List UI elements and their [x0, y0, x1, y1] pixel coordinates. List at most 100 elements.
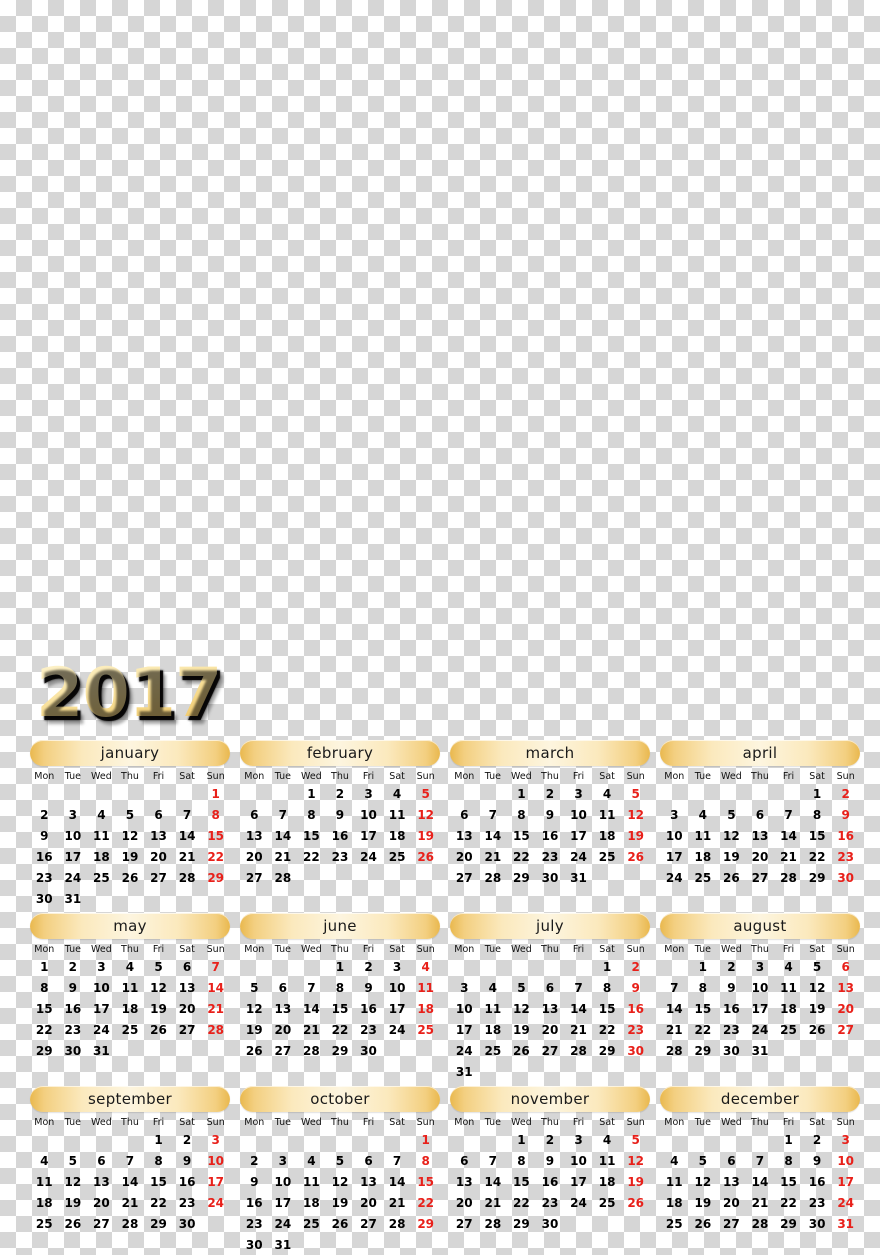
day-cell[interactable]: 28 [383, 1213, 412, 1234]
day-cell[interactable]: 8 [326, 977, 355, 998]
month-header-may[interactable]: may [30, 913, 230, 939]
day-cell[interactable]: 14 [774, 825, 803, 846]
day-cell[interactable]: 18 [593, 1171, 622, 1192]
day-cell[interactable]: 26 [507, 1040, 536, 1061]
day-cell[interactable]: 5 [59, 1150, 88, 1171]
day-cell[interactable]: 4 [297, 1150, 326, 1171]
day-cell[interactable]: 19 [59, 1192, 88, 1213]
month-header-june[interactable]: june [240, 913, 440, 939]
day-cell[interactable]: 17 [660, 846, 689, 867]
day-cell[interactable]: 6 [831, 956, 860, 977]
day-cell[interactable]: 17 [354, 825, 383, 846]
day-cell[interactable]: 20 [831, 998, 860, 1019]
day-cell[interactable]: 14 [269, 825, 298, 846]
day-cell[interactable]: 16 [536, 1171, 565, 1192]
day-cell[interactable]: 9 [536, 804, 565, 825]
day-cell[interactable]: 20 [144, 846, 173, 867]
day-cell[interactable]: 12 [717, 825, 746, 846]
day-cell[interactable]: 26 [144, 1019, 173, 1040]
day-cell[interactable]: 19 [803, 998, 832, 1019]
day-cell[interactable]: 25 [660, 1213, 689, 1234]
day-cell[interactable]: 18 [87, 846, 116, 867]
day-cell[interactable]: 3 [660, 804, 689, 825]
day-cell[interactable]: 10 [269, 1171, 298, 1192]
day-cell[interactable]: 5 [240, 977, 269, 998]
day-cell[interactable]: 25 [774, 1019, 803, 1040]
day-cell[interactable]: 23 [621, 1019, 650, 1040]
day-cell[interactable]: 30 [173, 1213, 202, 1234]
day-cell[interactable]: 24 [746, 1019, 775, 1040]
day-cell[interactable]: 14 [746, 1171, 775, 1192]
day-cell[interactable]: 20 [450, 1192, 479, 1213]
day-cell[interactable]: 19 [116, 846, 145, 867]
day-cell[interactable]: 24 [354, 846, 383, 867]
day-cell[interactable]: 18 [116, 998, 145, 1019]
day-cell[interactable]: 25 [30, 1213, 59, 1234]
day-cell[interactable]: 15 [689, 998, 718, 1019]
day-cell[interactable]: 9 [30, 825, 59, 846]
day-cell[interactable]: 4 [87, 804, 116, 825]
day-cell[interactable]: 24 [201, 1192, 230, 1213]
day-cell[interactable]: 26 [621, 1192, 650, 1213]
day-cell[interactable]: 27 [450, 1213, 479, 1234]
day-cell[interactable]: 10 [201, 1150, 230, 1171]
day-cell[interactable]: 21 [269, 846, 298, 867]
day-cell[interactable]: 21 [479, 846, 508, 867]
day-cell[interactable]: 19 [411, 825, 440, 846]
day-cell[interactable]: 21 [116, 1192, 145, 1213]
day-cell[interactable]: 2 [536, 1129, 565, 1150]
day-cell[interactable]: 17 [564, 1171, 593, 1192]
day-cell[interactable]: 31 [87, 1040, 116, 1061]
day-cell[interactable]: 9 [240, 1171, 269, 1192]
day-cell[interactable]: 11 [593, 1150, 622, 1171]
day-cell[interactable]: 13 [450, 825, 479, 846]
day-cell[interactable]: 9 [354, 977, 383, 998]
day-cell[interactable]: 16 [240, 1192, 269, 1213]
day-cell[interactable]: 30 [717, 1040, 746, 1061]
day-cell[interactable]: 4 [689, 804, 718, 825]
day-cell[interactable]: 6 [717, 1150, 746, 1171]
day-cell[interactable]: 29 [326, 1040, 355, 1061]
day-cell[interactable]: 14 [479, 1171, 508, 1192]
day-cell[interactable]: 22 [774, 1192, 803, 1213]
day-cell[interactable]: 13 [831, 977, 860, 998]
day-cell[interactable]: 16 [803, 1171, 832, 1192]
day-cell[interactable]: 25 [297, 1213, 326, 1234]
day-cell[interactable]: 7 [774, 804, 803, 825]
month-header-september[interactable]: september [30, 1086, 230, 1112]
day-cell[interactable]: 13 [536, 998, 565, 1019]
day-cell[interactable]: 20 [746, 846, 775, 867]
day-cell[interactable]: 12 [59, 1171, 88, 1192]
day-cell[interactable]: 5 [144, 956, 173, 977]
day-cell[interactable]: 22 [30, 1019, 59, 1040]
day-cell[interactable]: 8 [411, 1150, 440, 1171]
day-cell[interactable]: 3 [201, 1129, 230, 1150]
day-cell[interactable]: 14 [297, 998, 326, 1019]
day-cell[interactable]: 13 [269, 998, 298, 1019]
day-cell[interactable]: 28 [774, 867, 803, 888]
day-cell[interactable]: 11 [479, 998, 508, 1019]
day-cell[interactable]: 19 [144, 998, 173, 1019]
day-cell[interactable]: 31 [831, 1213, 860, 1234]
day-cell[interactable]: 23 [354, 1019, 383, 1040]
day-cell[interactable]: 3 [87, 956, 116, 977]
day-cell[interactable]: 31 [746, 1040, 775, 1061]
month-header-july[interactable]: july [450, 913, 650, 939]
day-cell[interactable]: 13 [354, 1171, 383, 1192]
day-cell[interactable]: 2 [717, 956, 746, 977]
day-cell[interactable]: 25 [411, 1019, 440, 1040]
day-cell[interactable]: 14 [116, 1171, 145, 1192]
day-cell[interactable]: 27 [450, 867, 479, 888]
day-cell[interactable]: 14 [660, 998, 689, 1019]
day-cell[interactable]: 27 [144, 867, 173, 888]
month-header-december[interactable]: december [660, 1086, 860, 1112]
day-cell[interactable]: 16 [621, 998, 650, 1019]
day-cell[interactable]: 2 [326, 783, 355, 804]
day-cell[interactable]: 20 [240, 846, 269, 867]
day-cell[interactable]: 13 [144, 825, 173, 846]
day-cell[interactable]: 22 [411, 1192, 440, 1213]
day-cell[interactable]: 15 [803, 825, 832, 846]
day-cell[interactable]: 6 [354, 1150, 383, 1171]
day-cell[interactable]: 2 [803, 1129, 832, 1150]
day-cell[interactable]: 20 [173, 998, 202, 1019]
